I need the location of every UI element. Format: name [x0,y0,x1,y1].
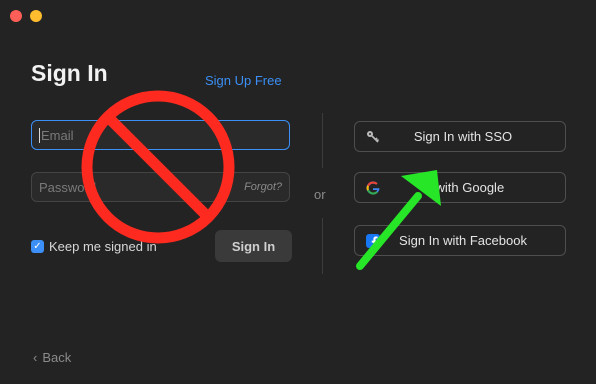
forgot-password-link[interactable]: Forgot? [244,181,282,193]
chevron-left-icon: ‹ [33,350,38,365]
text-caret [39,127,40,143]
password-field[interactable]: Password Forgot? [31,172,290,202]
or-separator: or [314,187,326,202]
window-controls [10,10,42,22]
keep-signed-in-checkbox[interactable]: ✓ Keep me signed in [31,239,157,254]
google-icon [361,180,385,196]
sign-in-sso-button[interactable]: Sign In with SSO [354,121,566,152]
checkmark-icon: ✓ [31,240,44,253]
password-placeholder: Password [39,179,97,195]
back-label: Back [42,350,72,365]
no-entry-icon [81,90,235,244]
page-title: Sign In [31,60,108,86]
close-window-button[interactable] [10,10,22,22]
facebook-label: Sign In with Facebook [399,233,527,248]
email-placeholder: Email [41,127,74,143]
sign-in-google-button[interactable]: in with Google [354,172,566,203]
sign-in-button[interactable]: Sign In [215,230,292,262]
email-field[interactable]: Email [31,120,290,150]
google-label: in with Google [421,180,505,195]
sign-up-free-link[interactable]: Sign Up Free [205,73,282,88]
vertical-divider-top [322,113,323,168]
minimize-window-button[interactable] [30,10,42,22]
sso-label: Sign In with SSO [413,129,513,144]
key-icon [361,130,385,144]
keep-signed-in-label: Keep me signed in [49,239,157,254]
sign-in-facebook-button[interactable]: Sign In with Facebook [354,225,566,256]
back-link[interactable]: ‹ Back [33,350,71,365]
facebook-icon [361,233,385,248]
vertical-divider-bottom [322,218,323,274]
